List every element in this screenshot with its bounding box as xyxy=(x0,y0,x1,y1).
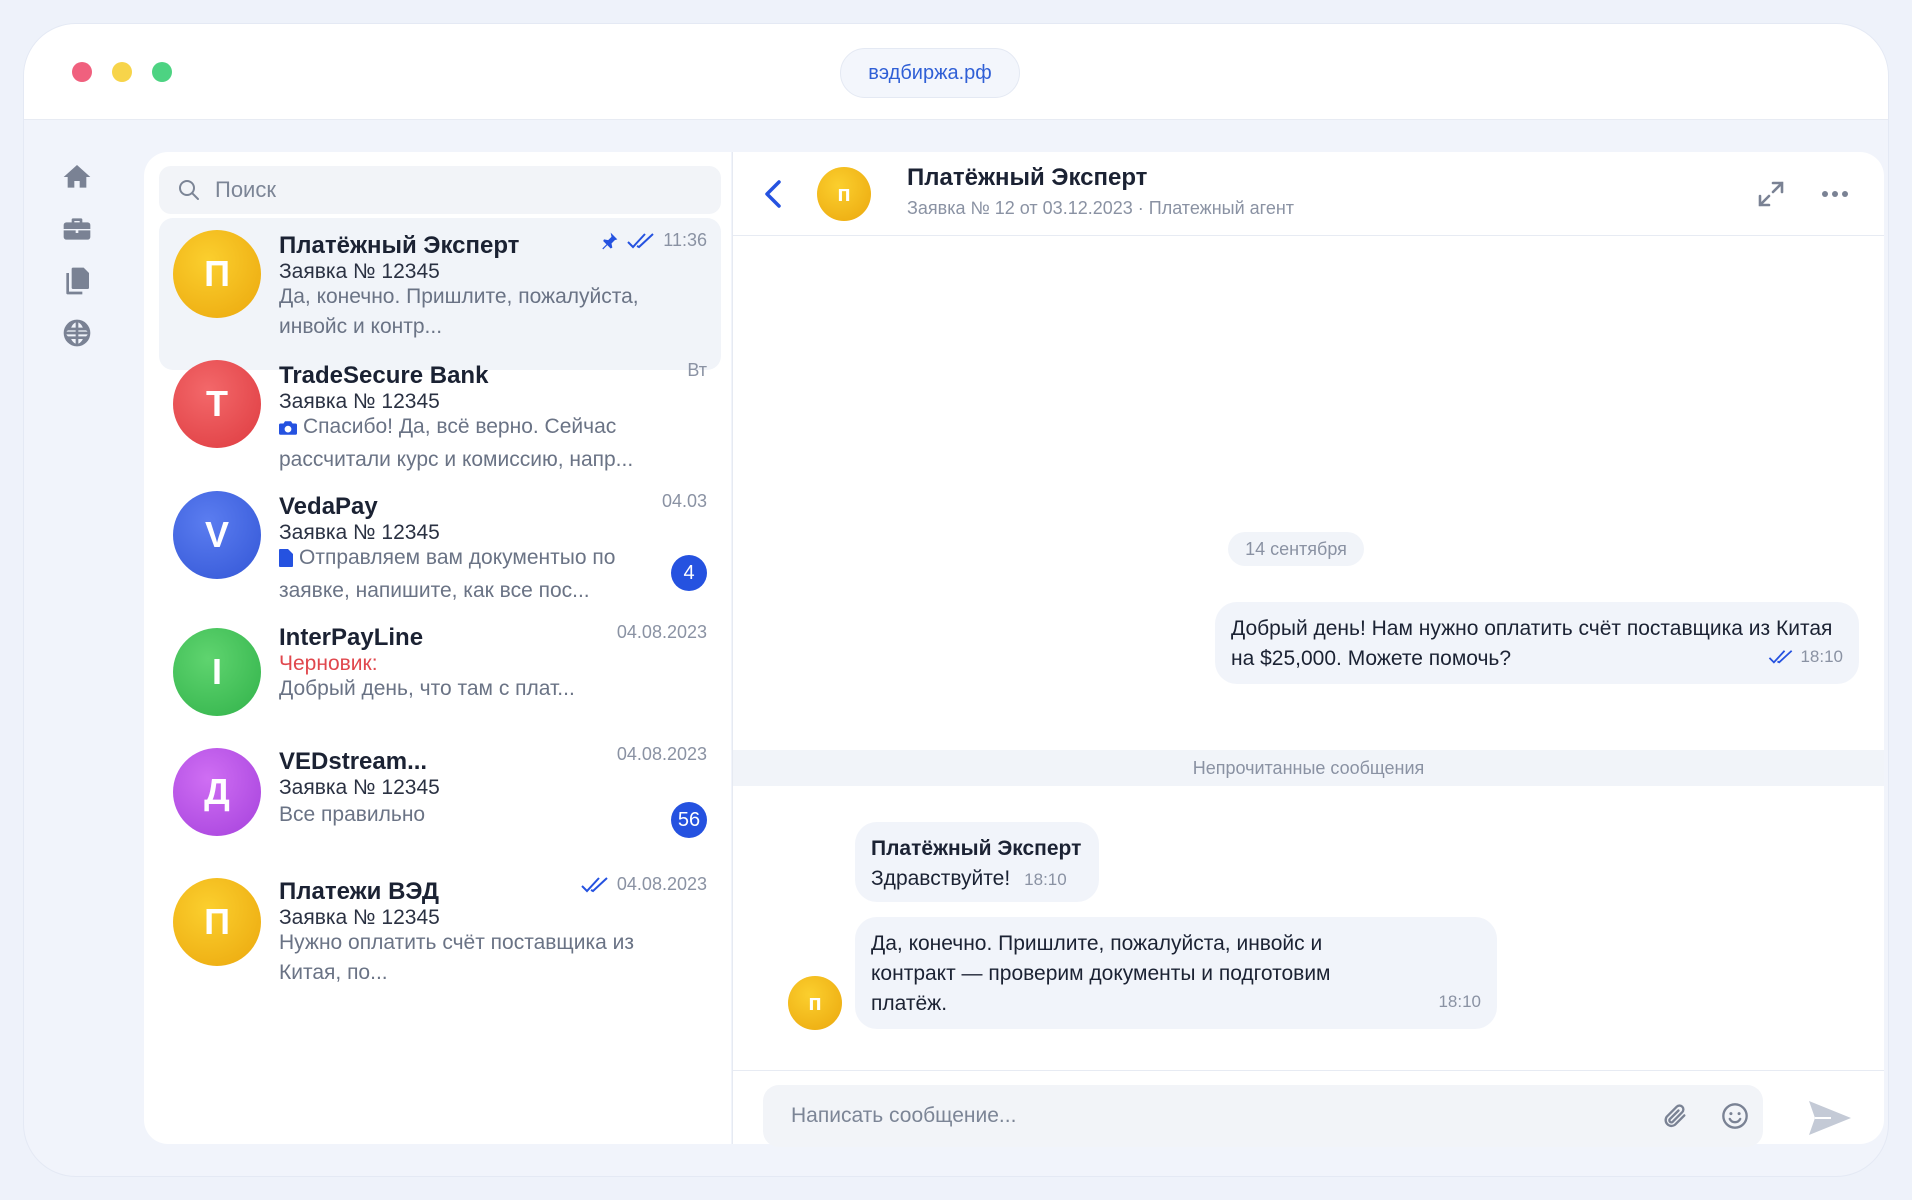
home-icon[interactable] xyxy=(58,158,96,196)
documents-icon[interactable] xyxy=(58,262,96,300)
double-check-icon xyxy=(581,876,608,892)
chat-item-vedapay[interactable]: V VedaPay Заявка № 12345 Отправляем вам … xyxy=(159,479,721,631)
message-text: Здравствуйте! xyxy=(871,867,1011,890)
more-horizontal-icon xyxy=(1822,191,1848,197)
unread-badge: 56 xyxy=(671,802,707,838)
message-time: 18:10 xyxy=(1800,647,1843,666)
chat-subtitle: Заявка № 12345 xyxy=(279,776,440,799)
app-window: вэдбиржа.рф Поиск П Платёжный Эксперт За… xyxy=(24,24,1888,1176)
chat-name: VedaPay xyxy=(279,493,378,520)
unread-badge: 4 xyxy=(671,555,707,591)
pin-icon xyxy=(602,232,618,249)
chat-preview: Все правильно xyxy=(279,803,426,826)
nav-rail xyxy=(24,120,144,1176)
chat-subtitle: Заявка № 12345 xyxy=(279,906,440,929)
message-time: 18:10 xyxy=(1438,992,1481,1011)
avatar: V xyxy=(173,491,261,579)
chat-time: 04.08.2023 xyxy=(616,874,707,894)
chat-time: Вт xyxy=(687,360,707,380)
search-input[interactable]: Поиск xyxy=(159,166,721,214)
attach-button[interactable] xyxy=(1661,1102,1689,1130)
chat-subtitle: Заявка № 12345 xyxy=(279,521,440,544)
globe-icon[interactable] xyxy=(58,314,96,352)
message-text: Да, конечно. Пришлите, пожалуйста, инвой… xyxy=(871,932,1331,1015)
message-incoming[interactable]: Платёжный Эксперт Здравствуйте! 18:10 xyxy=(855,822,1099,902)
chat-preview-text: Спасибо! Да, всё верно. Сейчас рассчитал… xyxy=(279,415,634,471)
search-placeholder: Поиск xyxy=(215,177,276,202)
title-bar: вэдбиржа.рф xyxy=(24,24,1888,120)
message-meta: 18:10 xyxy=(1768,642,1843,672)
message-incoming[interactable]: Да, конечно. Пришлите, пожалуйста, инвой… xyxy=(855,917,1497,1029)
chat-name: Платежи ВЭД xyxy=(279,878,439,905)
chat-preview: Спасибо! Да, всё верно. Сейчас рассчитал… xyxy=(279,412,689,475)
avatar: I xyxy=(173,628,261,716)
chevron-left-icon xyxy=(765,180,781,208)
chat-time: 04.03 xyxy=(661,491,707,511)
chat-name: Платёжный Эксперт xyxy=(279,232,520,259)
chat-preview-text: Отправляем вам документыо по заявке, нап… xyxy=(279,546,616,602)
chat-time: 04.08.2023 xyxy=(616,744,707,764)
avatar: п xyxy=(788,976,842,1030)
emoji-button[interactable] xyxy=(1721,1102,1749,1130)
chat-preview: Отправляем вам документыо по заявке, нап… xyxy=(279,543,689,606)
url-bar[interactable]: вэдбиржа.рф xyxy=(840,48,1020,98)
avatar: Д xyxy=(173,748,261,836)
chat-time: 11:36 xyxy=(663,230,707,250)
chat-name: VEDstream... xyxy=(279,748,428,775)
briefcase-icon[interactable] xyxy=(58,210,96,248)
expand-icon xyxy=(1758,181,1784,207)
close-window-button[interactable] xyxy=(72,62,92,82)
divider xyxy=(733,1070,1884,1071)
draft-label: Черновик: xyxy=(279,652,378,675)
avatar: П xyxy=(173,878,261,966)
chat-time: 04.08.2023 xyxy=(616,622,707,642)
message-input-placeholder: Написать сообщение... xyxy=(791,1104,1017,1127)
chat-meta: 11:36 xyxy=(599,230,707,251)
chat-list-panel: Поиск П Платёжный Эксперт Заявка № 12345… xyxy=(144,152,731,1144)
chat-subtitle: Заявка № 12345 xyxy=(279,390,440,413)
conversation-title: Платёжный Эксперт xyxy=(907,164,1148,191)
chat-name: TradeSecure Bank xyxy=(279,362,489,389)
chat-item-ved-payments[interactable]: П Платежи ВЭД Заявка № 12345 Нужно оплат… xyxy=(159,870,721,1022)
message-text: Добрый день! Нам нужно оплатить счёт пос… xyxy=(1231,617,1833,670)
chat-meta: 04.08.2023 xyxy=(581,874,707,895)
expand-button[interactable] xyxy=(1757,180,1785,208)
chat-item-tradesecure[interactable]: T TradeSecure Bank Заявка № 12345 Спасиб… xyxy=(159,348,721,500)
date-divider: 14 сентября xyxy=(1228,532,1364,566)
message-input[interactable]: Написать сообщение... xyxy=(763,1085,1763,1147)
conversation-panel: п Платёжный Эксперт Заявка № 12 от 03.12… xyxy=(732,152,1884,1147)
minimize-window-button[interactable] xyxy=(112,62,132,82)
avatar: П xyxy=(173,230,261,318)
maximize-window-button[interactable] xyxy=(152,62,172,82)
conversation-header: п Платёжный Эксперт Заявка № 12 от 03.12… xyxy=(733,152,1884,236)
smiley-icon xyxy=(1722,1103,1748,1129)
chat-preview: Нужно оплатить счёт поставщика из Китая,… xyxy=(279,931,634,984)
message-outgoing[interactable]: Добрый день! Нам нужно оплатить счёт пос… xyxy=(1215,602,1859,684)
avatar: T xyxy=(173,360,261,448)
send-button[interactable] xyxy=(1807,1098,1853,1138)
chat-name: InterPayLine xyxy=(279,624,424,651)
message-time: 18:10 xyxy=(1024,870,1067,889)
double-check-icon xyxy=(1769,650,1793,664)
chat-preview: Да, конечно. Пришлите, пожалуйста, инвой… xyxy=(279,285,639,338)
camera-icon xyxy=(279,415,297,445)
paperclip-icon xyxy=(1664,1104,1686,1128)
avatar[interactable]: п xyxy=(817,167,871,221)
message-sender: Платёжный Эксперт xyxy=(871,837,1082,860)
unread-divider: Непрочитанные сообщения xyxy=(733,750,1884,786)
search-icon xyxy=(179,180,199,200)
chat-preview: Добрый день, что там с плат... xyxy=(279,677,575,700)
send-icon xyxy=(1809,1101,1851,1135)
back-button[interactable] xyxy=(759,174,789,214)
double-check-icon xyxy=(627,232,654,248)
document-icon xyxy=(279,546,293,576)
more-options-button[interactable] xyxy=(1819,178,1851,210)
chat-subtitle: Заявка № 12345 xyxy=(279,260,440,283)
conversation-subtitle: Заявка № 12 от 03.12.2023 · Платежный аг… xyxy=(907,198,1295,218)
